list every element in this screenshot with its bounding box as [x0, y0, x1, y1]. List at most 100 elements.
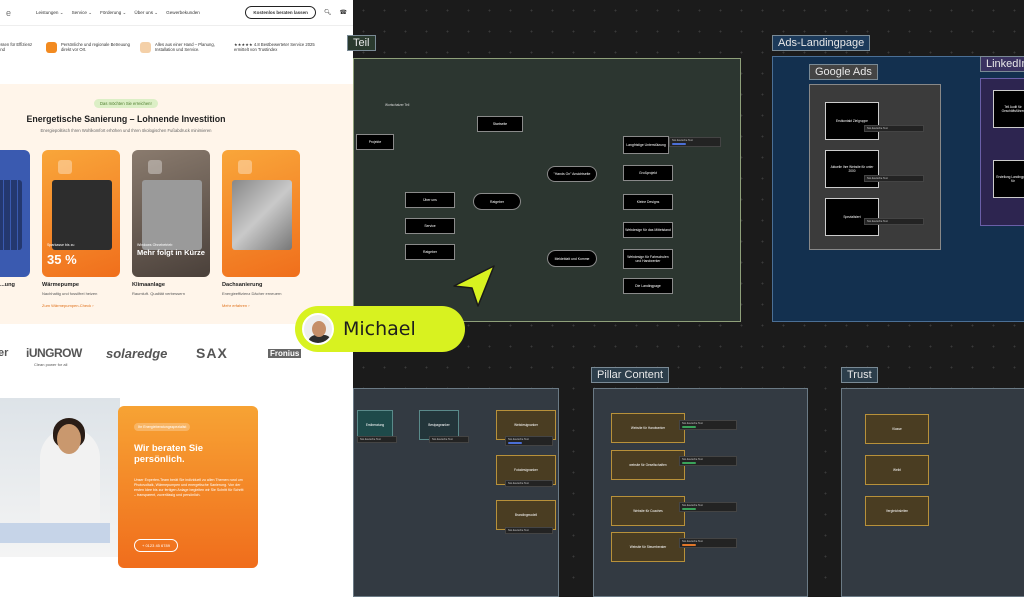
- sticky-note[interactable]: Not deutsche Text: [864, 125, 924, 133]
- sticky-note[interactable]: Not deutsche Text: [669, 137, 721, 148]
- sticky-note[interactable]: Not deutsche Text: [679, 456, 737, 467]
- phone-icon[interactable]: ☎: [340, 9, 347, 16]
- site-menu: Leistungen ⌄ Service ⌄ Förderung ⌄ Über …: [36, 10, 200, 16]
- card-title: ...ung: [0, 282, 15, 288]
- sticky-note[interactable]: Not deutsche Text: [357, 436, 397, 444]
- location-icon: [46, 42, 57, 53]
- mindmap-node[interactable]: Service: [405, 218, 455, 234]
- card-desc: Raumluft. Qualität verbessern: [132, 291, 185, 296]
- trust-node[interactable]: Weibl: [865, 455, 929, 485]
- mindmap-node[interactable]: Ratgeber: [405, 244, 455, 260]
- site-navbar: e Leistungen ⌄ Service ⌄ Förderung ⌄ Übe…: [0, 0, 353, 26]
- pillar-node[interactable]: website für Gesellschaften: [611, 450, 685, 480]
- advice-body: Unser Experten-Team berät Sie individuel…: [134, 478, 244, 497]
- flame-icon: [58, 160, 72, 174]
- frame-label-teil[interactable]: Teil: [347, 35, 376, 51]
- menu-item-leistungen[interactable]: Leistungen ⌄: [36, 10, 64, 16]
- hero-subtitle: Energiepolitisch Ihren Wohlkomfort erhöh…: [40, 128, 212, 133]
- menu-item-gewerbekunden[interactable]: Gewerbekunden: [166, 10, 200, 16]
- advice-card: Ihr Energieberatungsspezialist Wir berat…: [118, 406, 258, 568]
- heatpump-image: [52, 180, 112, 250]
- card-title: Dachsanierung: [222, 282, 263, 288]
- advice-title: Wir beraten Sie persönlich.: [134, 443, 204, 465]
- dach-card[interactable]: [222, 150, 300, 277]
- trust-node[interactable]: Klasse: [865, 414, 929, 444]
- mindmap-node[interactable]: Startseite: [477, 116, 523, 132]
- brand-logo: SAX: [196, 345, 228, 361]
- consultant-photo: [0, 398, 120, 557]
- sticky-note[interactable]: Not deutsche Text: [429, 436, 469, 444]
- mindmap-node[interactable]: Kleine Designs: [623, 194, 673, 210]
- avatar: [302, 313, 334, 345]
- frame-teil[interactable]: [353, 58, 741, 322]
- brand-logo: solaredge: [106, 345, 168, 361]
- collaborator-badge: Michael: [295, 306, 465, 352]
- mindmap-node[interactable]: Projekte: [356, 134, 394, 150]
- hero-section: Das möchten Sie erreichen! Energetische …: [0, 84, 353, 324]
- website-preview: e Leistungen ⌄ Service ⌄ Förderung ⌄ Übe…: [0, 0, 353, 597]
- klima-card[interactable]: Windows Ohnebetrieb Mehr folgt in Kürze: [132, 150, 210, 277]
- frame-label-linkedin[interactable]: LinkedIn: [980, 56, 1024, 72]
- brand-tagline: Clean power for all: [34, 362, 68, 367]
- sticky-note[interactable]: Not deutsche Text: [864, 175, 924, 183]
- sticky-note[interactable]: Not deutsche Text: [679, 420, 737, 431]
- frame-label-ads[interactable]: Ads-Landingpage: [772, 35, 871, 51]
- mindmap-node[interactable]: Meldeblatt und Komme: [547, 250, 597, 267]
- collaborator-name: Michael: [343, 318, 416, 340]
- pillar-node[interactable]: Website für Handwerker: [611, 413, 685, 443]
- phone-button[interactable]: + 0123 45 6789: [134, 539, 178, 552]
- solar-card[interactable]: [0, 150, 30, 277]
- frame-label-trust[interactable]: Trust: [841, 367, 878, 383]
- pillar-node[interactable]: Website für Steuerberater: [611, 532, 685, 562]
- heatpump-card[interactable]: Sparkasse bis zu 35 %: [42, 150, 120, 277]
- sparkle-icon: [140, 42, 151, 53]
- brand-logo: er: [0, 347, 9, 359]
- card-link[interactable]: Zum Wärmepumpen-Check ›: [42, 303, 94, 308]
- pillar-node[interactable]: Website für Coaches: [611, 496, 685, 526]
- card-title: Klimaanlage: [132, 282, 165, 288]
- snowflake-icon: [148, 160, 162, 174]
- mindmap-node[interactable]: Die Landingpage: [623, 278, 673, 294]
- menu-item-ueber-uns[interactable]: Über uns ⌄: [134, 10, 158, 16]
- mindmap-node[interactable]: Webdesign für Fahrschulen und Handwerker: [623, 249, 673, 269]
- sticky-note[interactable]: Not deutsche Text: [864, 218, 924, 226]
- sticky-note[interactable]: Not deutsche Text: [505, 436, 553, 447]
- roof-image: [232, 180, 292, 250]
- frame-label-pillar[interactable]: Pillar Content: [591, 367, 670, 383]
- site-logo[interactable]: e: [6, 8, 28, 18]
- card-desc: Nachhaltig und fossilfrei heizen: [42, 291, 98, 296]
- solar-panel-image: [0, 180, 22, 250]
- collaborator-cursor-icon: [453, 265, 495, 307]
- linkedin-node[interactable]: Erstellung Landingpage für: [993, 160, 1024, 198]
- consult-button[interactable]: Kostenlos beraten lassen: [245, 6, 316, 19]
- trust-node[interactable]: Vergleichsleiten: [865, 496, 929, 526]
- funnel-node[interactable]: Brandingmodell: [496, 500, 556, 530]
- sticky-note[interactable]: Not deutsche Text: [505, 480, 553, 488]
- hero-title: Energetische Sanierung – Lohnende Invest…: [26, 114, 226, 124]
- mindmap-node[interactable]: Langfristige Unterstützung: [623, 136, 669, 154]
- mindmap-node[interactable]: Über uns: [405, 192, 455, 208]
- mindmap-node[interactable]: Großprojekt: [623, 165, 673, 181]
- mindmap-hub[interactable]: Ratgeber: [473, 193, 521, 210]
- menu-item-foerderung[interactable]: Förderung ⌄: [100, 10, 126, 16]
- linkedin-node[interactable]: Tell Audit für Geschäftsführer: [993, 90, 1024, 128]
- frame-label-google[interactable]: Google Ads: [809, 64, 878, 80]
- sticky-note[interactable]: Not deutsche Text: [679, 502, 737, 513]
- menu-item-service[interactable]: Service ⌄: [72, 10, 92, 16]
- card-desc: Energieeffizienz Dächer erneuern: [222, 291, 282, 296]
- card-link[interactable]: Mehr erfahren ›: [222, 303, 250, 308]
- google-node[interactable]: Erstkontakt Zielgruppe: [825, 102, 879, 140]
- google-node[interactable]: Spezialisiert: [825, 198, 879, 236]
- sticky-note[interactable]: Not deutsche Text: [679, 538, 737, 549]
- brand-logo: Fronius: [268, 348, 302, 358]
- advice-section: Ihr Energieberatungsspezialist Wir berat…: [0, 398, 353, 573]
- mindmap-node[interactable]: "Hands On" Ansichtseite: [547, 166, 597, 182]
- advice-pill: Ihr Energieberatungsspezialist: [134, 423, 191, 431]
- mindmap-node[interactable]: Webdesign für das Mittelstand: [623, 222, 673, 238]
- search-icon[interactable]: 🔍︎: [324, 9, 332, 16]
- hero-pill: Das möchten Sie erreichen!: [94, 99, 158, 108]
- brand-logo: iUNGROW: [26, 346, 82, 360]
- sticky-note[interactable]: Not deutsche Text: [505, 527, 553, 535]
- klima-image: [142, 180, 202, 250]
- mindmap-caption: Wortschatzer Teil: [385, 103, 410, 107]
